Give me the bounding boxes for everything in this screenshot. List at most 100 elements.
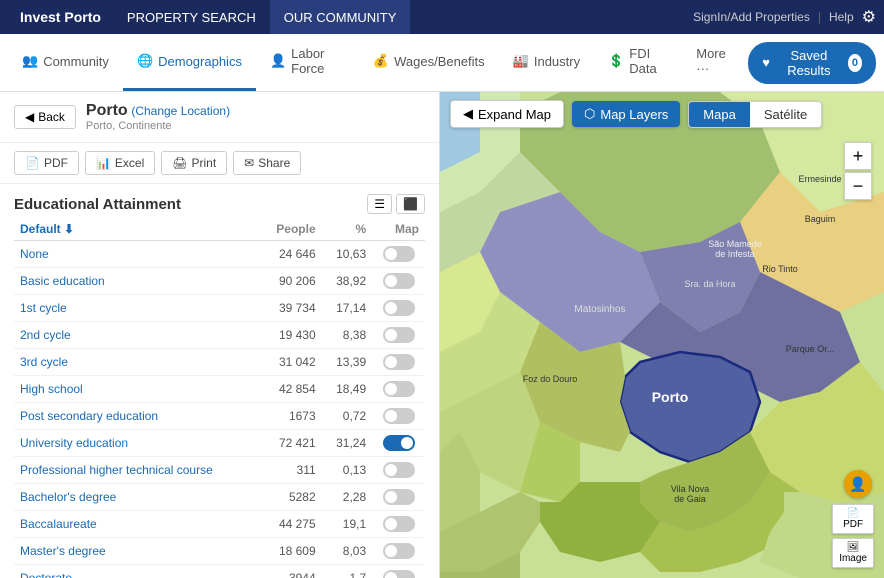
tab-labor-force[interactable]: 👤 Labor Force xyxy=(256,34,359,91)
row-label-3[interactable]: 2nd cycle xyxy=(14,322,260,349)
row-map-toggle-9[interactable] xyxy=(372,484,425,511)
tab-industry[interactable]: 🏭 Industry xyxy=(499,34,594,91)
map-image-label: Image xyxy=(839,553,867,564)
zoom-in-button[interactable]: + xyxy=(844,142,872,170)
demographics-icon: 🌐 xyxy=(137,53,153,69)
row-label-8[interactable]: Professional higher technical course xyxy=(14,457,260,484)
table-row: Baccalaureate44 27519,1 xyxy=(14,511,425,538)
industry-icon: 🏭 xyxy=(513,53,529,69)
map-toggle-7[interactable] xyxy=(383,435,415,451)
zoom-out-button[interactable]: − xyxy=(844,172,872,200)
map-toggle-9[interactable] xyxy=(383,489,415,505)
row-label-2[interactable]: 1st cycle xyxy=(14,295,260,322)
row-pct-2: 17,14 xyxy=(322,295,372,322)
row-label-1[interactable]: Basic education xyxy=(14,268,260,295)
data-table-wrapper: Default ⬇ People % Map None24 64610,63Ba… xyxy=(0,218,439,578)
saved-results-label: Saved Results xyxy=(776,48,842,78)
brand-logo[interactable]: Invest Porto xyxy=(8,0,113,34)
share-button[interactable]: ✉ Share xyxy=(233,151,301,175)
excel-button[interactable]: 📊 Excel xyxy=(85,151,155,175)
row-label-11[interactable]: Master's degree xyxy=(14,538,260,565)
print-button[interactable]: 🖨 Print xyxy=(161,151,227,175)
map-type-switcher: Mapa Satélite xyxy=(688,101,822,128)
row-map-toggle-12[interactable] xyxy=(372,565,425,578)
row-label-4[interactable]: 3rd cycle xyxy=(14,349,260,376)
map-toggle-10[interactable] xyxy=(383,516,415,532)
map-type-satelite[interactable]: Satélite xyxy=(750,102,821,127)
saved-results-button[interactable]: ♥ Saved Results 0 xyxy=(748,42,876,84)
tab-demographics[interactable]: 🌐 Demographics xyxy=(123,34,256,91)
row-map-toggle-11[interactable] xyxy=(372,538,425,565)
row-pct-5: 18,49 xyxy=(322,376,372,403)
main-content: ◀ Back Porto (Change Location) Porto, Co… xyxy=(0,92,884,578)
row-label-0[interactable]: None xyxy=(14,241,260,268)
tab-more-label: More ··· xyxy=(696,46,734,76)
tab-community[interactable]: 👥 Community xyxy=(8,34,123,91)
back-label: Back xyxy=(38,110,65,124)
row-people-12: 3944 xyxy=(260,565,322,578)
map-toggle-8[interactable] xyxy=(383,462,415,478)
map-toggle-6[interactable] xyxy=(383,408,415,424)
row-map-toggle-4[interactable] xyxy=(372,349,425,376)
row-map-toggle-8[interactable] xyxy=(372,457,425,484)
row-label-10[interactable]: Baccalaureate xyxy=(14,511,260,538)
svg-text:Matosinhos: Matosinhos xyxy=(574,304,625,315)
change-location-link[interactable]: (Change Location) xyxy=(131,104,230,118)
map-type-mapa[interactable]: Mapa xyxy=(689,102,750,127)
signin-link[interactable]: SignIn/Add Properties xyxy=(693,10,810,24)
location-info: Porto (Change Location) Porto, Continent… xyxy=(86,102,230,132)
expand-map-button[interactable]: ◀ Expand Map xyxy=(450,100,564,128)
chart-view-button[interactable]: ⬛ xyxy=(396,194,425,214)
row-map-toggle-6[interactable] xyxy=(372,403,425,430)
table-row: Professional higher technical course3110… xyxy=(14,457,425,484)
table-row: Doctorate39441,7 xyxy=(14,565,425,578)
map-toggle-1[interactable] xyxy=(383,273,415,289)
row-map-toggle-5[interactable] xyxy=(372,376,425,403)
row-map-toggle-2[interactable] xyxy=(372,295,425,322)
map-layers-button[interactable]: ⬡ Map Layers xyxy=(572,101,680,127)
map-pdf-button[interactable]: 📄 PDF xyxy=(832,504,874,534)
row-label-12[interactable]: Doctorate xyxy=(14,565,260,578)
excel-label: Excel xyxy=(115,156,144,170)
row-people-0: 24 646 xyxy=(260,241,322,268)
tab-wages-benefits[interactable]: 💰 Wages/Benefits xyxy=(359,34,499,91)
map-toggle-2[interactable] xyxy=(383,300,415,316)
row-people-2: 39 734 xyxy=(260,295,322,322)
map-toggle-12[interactable] xyxy=(383,570,415,578)
section-title: Educational Attainment xyxy=(14,196,181,213)
row-map-toggle-3[interactable] xyxy=(372,322,425,349)
map-toggle-5[interactable] xyxy=(383,381,415,397)
back-button[interactable]: ◀ Back xyxy=(14,105,76,129)
row-map-toggle-0[interactable] xyxy=(372,241,425,268)
educational-attainment-table: Default ⬇ People % Map None24 64610,63Ba… xyxy=(14,218,425,578)
pdf-button[interactable]: 📄 PDF xyxy=(14,151,79,175)
row-map-toggle-7[interactable] xyxy=(372,430,425,457)
row-label-7[interactable]: University education xyxy=(14,430,260,457)
row-map-toggle-10[interactable] xyxy=(372,511,425,538)
default-col-header[interactable]: Default ⬇ xyxy=(14,218,260,241)
row-pct-9: 2,28 xyxy=(322,484,372,511)
tab-more[interactable]: More ··· xyxy=(682,34,748,91)
svg-text:Baguim: Baguim xyxy=(805,214,836,224)
tab-fdi-data[interactable]: 💲 FDI Data xyxy=(594,34,682,91)
pdf-label: PDF xyxy=(44,156,68,170)
help-link[interactable]: Help xyxy=(829,10,854,24)
nav-property-search[interactable]: PROPERTY SEARCH xyxy=(113,0,270,34)
map-image-button[interactable]: 🖼 Image xyxy=(832,538,874,568)
row-map-toggle-1[interactable] xyxy=(372,268,425,295)
row-label-9[interactable]: Bachelor's degree xyxy=(14,484,260,511)
table-row: Bachelor's degree52822,28 xyxy=(14,484,425,511)
share-label: Share xyxy=(258,156,290,170)
map-toggle-4[interactable] xyxy=(383,354,415,370)
map-toggle-11[interactable] xyxy=(383,543,415,559)
settings-button[interactable]: ⚙ xyxy=(862,7,876,27)
table-view-button[interactable]: ☰ xyxy=(367,194,392,214)
expand-map-label: Expand Map xyxy=(478,107,551,122)
map-toggle-0[interactable] xyxy=(383,246,415,262)
map-toggle-3[interactable] xyxy=(383,327,415,343)
nav-our-community[interactable]: OUR COMMUNITY xyxy=(270,0,411,34)
svg-text:de Gaia: de Gaia xyxy=(674,494,706,504)
row-label-6[interactable]: Post secondary education xyxy=(14,403,260,430)
street-view-button[interactable]: 👤 xyxy=(844,470,872,498)
row-label-5[interactable]: High school xyxy=(14,376,260,403)
